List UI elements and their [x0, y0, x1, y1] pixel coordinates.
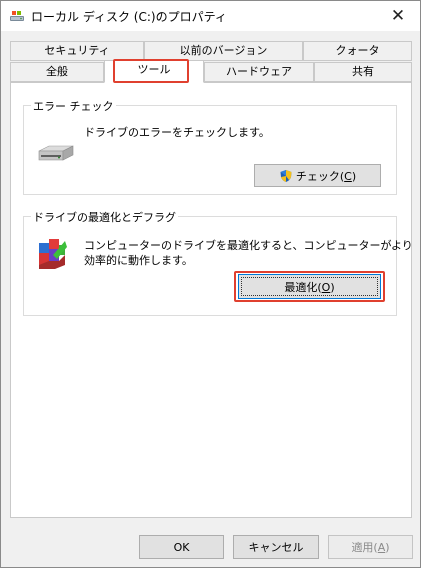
properties-window: ローカル ディスク (C:)のプロパティ ✕ セキュリティ 以前のバージョン ク…: [0, 0, 421, 568]
optimize-description-line2: 効率的に動作します。: [84, 254, 193, 267]
tab-label: 以前のバージョン: [179, 44, 268, 57]
tab-label: セキュリティ: [44, 44, 110, 57]
tab-quota[interactable]: クォータ: [303, 41, 412, 61]
tab-panel: エラー チェック ドライブのエラーをチェックします。 チェック(C) ドライブの…: [10, 82, 413, 518]
check-button-label: チェック(C): [295, 169, 357, 183]
tab-sharing[interactable]: 共有: [314, 62, 412, 82]
optimize-description-line1: コンピューターのドライブを最適化すると、コンピューターがより: [84, 239, 413, 252]
tab-label: 共有: [352, 65, 374, 78]
defrag-icon: [35, 235, 69, 274]
tab-label: ハードウェア: [226, 65, 292, 78]
uac-shield-icon: [279, 169, 293, 183]
title-bar: ローカル ディスク (C:)のプロパティ ✕: [1, 1, 420, 31]
close-button[interactable]: ✕: [376, 1, 420, 31]
apply-button[interactable]: 適用(A): [328, 535, 413, 559]
ok-button[interactable]: OK: [139, 535, 224, 559]
check-button[interactable]: チェック(C): [254, 164, 381, 187]
optimize-title: ドライブの最適化とデフラグ: [31, 209, 178, 225]
tab-tools[interactable]: ツール: [104, 60, 204, 83]
tab-general[interactable]: 全般: [10, 62, 104, 82]
tab-label: ツール: [137, 63, 171, 76]
apply-button-label: 適用(A): [351, 541, 390, 554]
error-check-title: エラー チェック: [31, 98, 116, 114]
window-title: ローカル ディスク (C:)のプロパティ: [31, 10, 227, 24]
close-icon: ✕: [390, 6, 406, 26]
tab-hardware[interactable]: ハードウェア: [204, 62, 314, 82]
drive-icon: [9, 8, 25, 24]
ok-button-label: OK: [173, 540, 190, 554]
cancel-button[interactable]: キャンセル: [233, 535, 319, 559]
cancel-button-label: キャンセル: [248, 541, 304, 554]
optimize-group: [23, 216, 397, 316]
optimize-button-label: 最適化(O): [284, 280, 335, 294]
error-check-description: ドライブのエラーをチェックします。: [84, 126, 270, 139]
hard-disk-icon: [35, 143, 75, 168]
tab-label: 全般: [46, 65, 68, 78]
tab-security[interactable]: セキュリティ: [10, 41, 144, 61]
tab-label: クォータ: [335, 44, 380, 57]
optimize-button[interactable]: 最適化(O): [238, 274, 381, 299]
tab-previous-versions[interactable]: 以前のバージョン: [144, 41, 303, 61]
